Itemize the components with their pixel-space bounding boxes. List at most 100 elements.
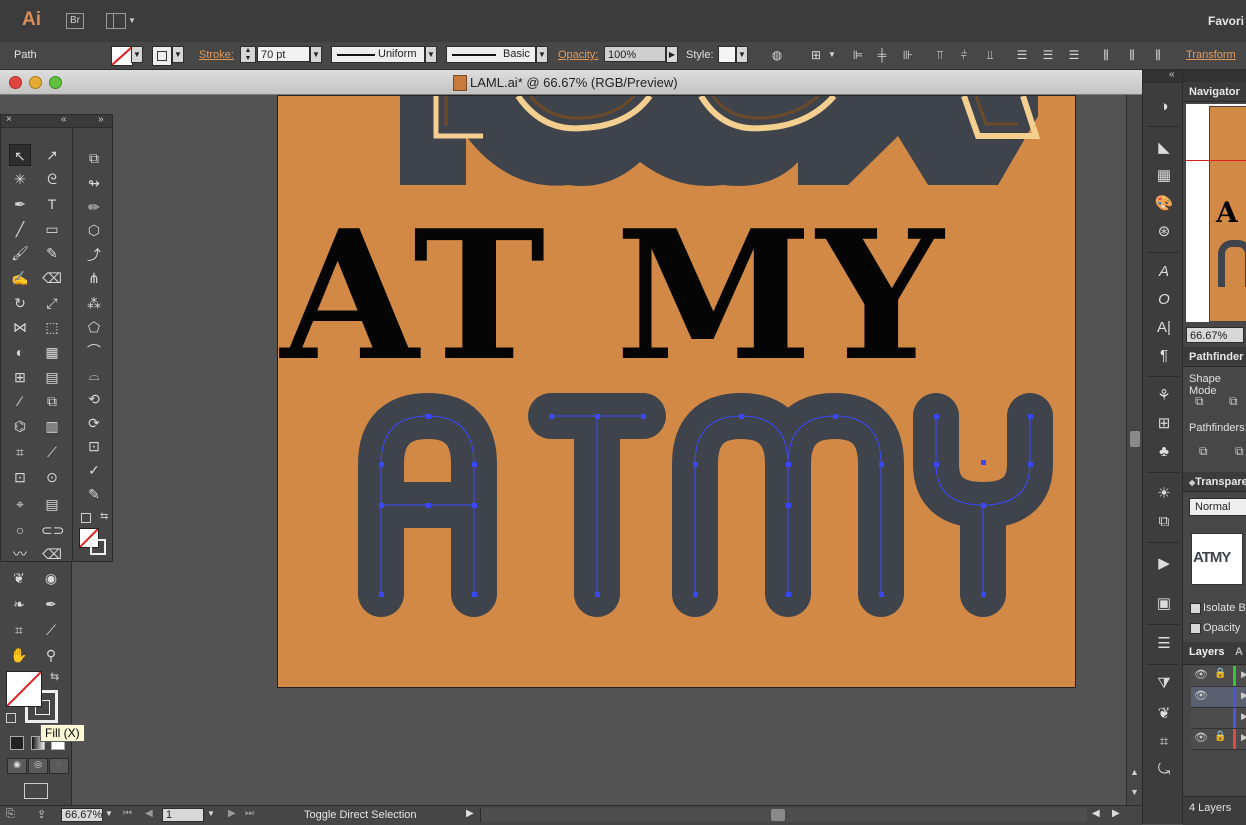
- draw-behind-icon[interactable]: ◎: [28, 758, 48, 774]
- visibility-eye-icon[interactable]: 👁: [1194, 731, 1208, 744]
- anchor-points-tool-icon[interactable]: ⋔: [83, 267, 105, 289]
- line-segment-tool-icon[interactable]: ╱: [9, 218, 31, 240]
- layer-row[interactable]: ▶: [1191, 708, 1246, 729]
- twirl-tool-icon[interactable]: ↬: [83, 172, 105, 194]
- align-top-icon[interactable]: ⫪: [932, 47, 948, 63]
- artboards-panel-tab[interactable]: A: [1235, 646, 1243, 658]
- align-horizontal-center-icon[interactable]: ╪: [874, 47, 890, 63]
- paintbrush-tool-icon[interactable]: 🖌: [9, 242, 31, 264]
- links-panel-icon[interactable]: ⤿: [1154, 760, 1174, 780]
- scroll-left-arrow-icon[interactable]: ◀: [1092, 808, 1100, 819]
- mini-stroke-swatch[interactable]: [90, 539, 106, 555]
- artboard[interactable]: AT MY: [277, 95, 1076, 688]
- first-artboard-icon[interactable]: ⏮: [123, 808, 132, 819]
- fill-swatch-large[interactable]: [6, 671, 42, 707]
- knife-tool-icon[interactable]: ▤: [41, 493, 63, 515]
- distribute-left-icon[interactable]: ⫼: [1098, 47, 1114, 63]
- opacity-slider-button[interactable]: ▶: [666, 46, 678, 63]
- next-artboard-icon[interactable]: ▶: [228, 808, 236, 819]
- slice-select-tool-icon[interactable]: ⟋: [40, 619, 62, 641]
- go-to-bridge-button[interactable]: Br: [66, 13, 84, 29]
- zoom-dropdown-icon[interactable]: ▼: [105, 809, 113, 818]
- color-guide-panel-icon[interactable]: ⊛: [1154, 222, 1174, 242]
- scroll-up-arrow-icon[interactable]: ▲: [1130, 767, 1139, 777]
- minus-front-icon[interactable]: ⧉: [1229, 394, 1238, 409]
- mesh-tool-icon[interactable]: ⊞: [9, 366, 31, 388]
- blend-mode-select[interactable]: Normal: [1189, 498, 1246, 516]
- profile-dropdown[interactable]: ▼: [425, 46, 437, 63]
- butterfly-icon[interactable]: ❦: [1154, 704, 1174, 724]
- zoom-tool-icon-2[interactable]: ⚲: [40, 644, 62, 666]
- default-colors-icon[interactable]: [81, 513, 91, 523]
- column-graph-tool-icon[interactable]: ▥: [41, 415, 63, 437]
- graphic-styles-panel-icon[interactable]: ⧉: [1154, 512, 1174, 532]
- zoom-window-button[interactable]: [49, 76, 62, 89]
- tools-panel-header[interactable]: × « »: [1, 114, 112, 128]
- default-fill-stroke-icon[interactable]: [6, 713, 16, 723]
- align-to-dropdown-icon[interactable]: ▼: [824, 47, 840, 63]
- artboard-number-input[interactable]: 1: [162, 808, 204, 822]
- wrinkle-tool-icon[interactable]: ✎: [83, 483, 105, 505]
- fill-color-swatch[interactable]: [111, 46, 133, 66]
- polygon-tool-icon[interactable]: ⬠: [83, 316, 105, 338]
- appearance-panel-icon[interactable]: ☀: [1154, 484, 1174, 504]
- shape-builder-flyout-icon[interactable]: ⁂: [83, 292, 105, 314]
- minimize-window-button[interactable]: [29, 76, 42, 89]
- convert-anchor-tool-icon[interactable]: ⤴: [83, 244, 105, 266]
- vertical-scroll-thumb[interactable]: [1130, 431, 1140, 447]
- paragraph-styles-icon[interactable]: A|: [1154, 318, 1174, 338]
- scissors-tool-icon[interactable]: ⌖: [9, 493, 31, 515]
- opacity-input[interactable]: 100%: [604, 46, 666, 62]
- warp-tool-icon[interactable]: ⟳: [83, 412, 105, 434]
- arrange-documents-button[interactable]: [106, 13, 126, 29]
- swap-fill-stroke-icon[interactable]: ⇆: [50, 670, 59, 683]
- previous-artboard-icon[interactable]: ◀: [145, 808, 153, 819]
- draw-normal-icon[interactable]: ◉: [7, 758, 27, 774]
- brush-dropdown[interactable]: ▼: [536, 46, 548, 63]
- divide-icon[interactable]: ⧉: [1199, 444, 1208, 459]
- layer-expand-icon[interactable]: ▶: [1241, 732, 1246, 743]
- layer-expand-icon[interactable]: ▶: [1241, 690, 1246, 701]
- symbol-sprayer-tool-icon[interactable]: ⌬: [9, 415, 31, 437]
- distribute-right-icon[interactable]: ⫼: [1150, 47, 1166, 63]
- navigator-zoom-input[interactable]: 66.67%: [1186, 327, 1244, 343]
- pencil-tool-icon[interactable]: ✎: [41, 242, 63, 264]
- slice-tool-icon[interactable]: ⟋: [41, 441, 63, 463]
- check-tool-icon[interactable]: ✓: [83, 459, 105, 481]
- artboard-tool-icon[interactable]: ⌗: [9, 441, 31, 463]
- align-bottom-icon[interactable]: ⫫: [982, 47, 998, 63]
- opacity-mask-checkbox[interactable]: [1190, 623, 1201, 634]
- feather-tool-icon[interactable]: ❧: [8, 593, 30, 615]
- direct-selection-tool-icon[interactable]: ↗: [41, 144, 63, 166]
- unite-icon[interactable]: ⧉: [1195, 394, 1204, 409]
- align-vertical-center-icon[interactable]: ⫩: [956, 47, 972, 63]
- brush-definition[interactable]: Basic: [446, 46, 536, 63]
- status-share-icon[interactable]: ⇪: [37, 808, 46, 821]
- opacity-panel-link[interactable]: Opacity:: [558, 49, 598, 61]
- distribute-top-icon[interactable]: ☰: [1014, 47, 1030, 63]
- recolor-artwork-icon[interactable]: ◍: [769, 47, 785, 63]
- layer-row[interactable]: 👁 ▶: [1191, 687, 1246, 708]
- pathfinder-panel-tab[interactable]: Pathfinder: [1183, 347, 1246, 367]
- distribute-horizontal-center-icon[interactable]: ⫼: [1124, 47, 1140, 63]
- rounded-rectangle-tool-icon[interactable]: ⊂⊃: [41, 519, 64, 541]
- actions-panel-icon[interactable]: ▶: [1154, 554, 1174, 574]
- layer-row[interactable]: 👁 🔒 ▶: [1191, 666, 1246, 687]
- collapse-panel-icon[interactable]: «: [61, 114, 67, 125]
- blob-brush-tool-icon[interactable]: ✍: [9, 267, 31, 289]
- brushes-panel-icon[interactable]: ⚘: [1154, 386, 1174, 406]
- opentype-panel-icon[interactable]: O: [1154, 290, 1174, 310]
- layers-panel-icon[interactable]: ⧩: [1154, 674, 1174, 694]
- dock-header[interactable]: «: [1143, 69, 1183, 83]
- perspective-grid-tool-icon[interactable]: ▦: [41, 341, 63, 363]
- draw-inside-icon[interactable]: ◌: [49, 758, 69, 774]
- layer-row[interactable]: 👁 🔒 ▶: [1191, 729, 1246, 750]
- spiral-tool-icon[interactable]: ⌓: [83, 364, 105, 386]
- pencil-flyout-tool-icon[interactable]: ✏: [83, 196, 105, 218]
- graphic-style-dropdown[interactable]: ▼: [736, 46, 748, 63]
- crop-area-tool-icon[interactable]: ⊡: [83, 435, 105, 457]
- crop-tool-icon[interactable]: ⌗: [8, 619, 30, 641]
- reshape-tool-icon[interactable]: ⟲: [83, 388, 105, 410]
- pen-tool-icon[interactable]: ✒: [9, 193, 31, 215]
- horizontal-scroll-thumb[interactable]: [771, 809, 785, 821]
